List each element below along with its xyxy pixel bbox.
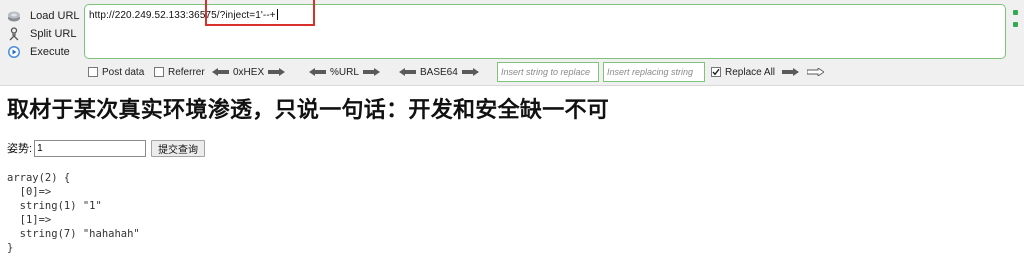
- submit-query-button[interactable]: 提交查询: [151, 139, 206, 157]
- replace-string-placeholder: Insert string to replace: [501, 67, 591, 77]
- execute-button[interactable]: Execute: [6, 43, 82, 61]
- query-form: 姿势: 1 提交查询: [7, 139, 206, 157]
- referrer-label: Referrer: [168, 66, 205, 78]
- hackbar-toolbar: Load URL Split URL Execute http://220.24…: [0, 0, 1024, 86]
- replace-string-input[interactable]: Insert string to replace: [497, 62, 599, 82]
- url-decode-arrow-icon[interactable]: [362, 68, 380, 76]
- replace-all-toggle[interactable]: Replace All: [711, 62, 775, 82]
- url-encoding-label: %URL: [330, 66, 359, 78]
- load-url-icon: [6, 8, 22, 24]
- url-encode-arrow-icon[interactable]: [309, 68, 326, 76]
- hex-label: 0xHEX: [233, 66, 265, 78]
- status-dot-icon: [1013, 10, 1018, 15]
- hex-decode-arrow-icon[interactable]: [268, 68, 286, 76]
- base64-encode-arrow-icon[interactable]: [399, 68, 416, 76]
- load-url-button[interactable]: Load URL: [6, 7, 82, 25]
- replacing-string-placeholder: Insert replacing string: [607, 67, 694, 77]
- checkmark-icon: [712, 68, 720, 76]
- referrer-checkbox[interactable]: [154, 67, 164, 77]
- replace-forward-arrow-icon[interactable]: [782, 68, 799, 76]
- split-url-button[interactable]: Split URL: [6, 25, 82, 43]
- inject-input-value: 1: [37, 142, 43, 154]
- base64-label: BASE64: [420, 66, 458, 78]
- status-dot-icon: [1013, 22, 1018, 27]
- post-data-label: Post data: [102, 66, 145, 78]
- injection-highlight-box: [205, 0, 315, 26]
- post-data-checkbox[interactable]: [88, 67, 98, 77]
- referrer-toggle[interactable]: Referrer: [154, 62, 205, 82]
- split-url-label: Split URL: [30, 28, 77, 40]
- base64-encoder: BASE64: [399, 62, 479, 82]
- post-data-toggle[interactable]: Post data: [88, 62, 144, 82]
- var-dump-output: array(2) { [0]=> string(1) "1" [1]=> str…: [7, 172, 140, 254]
- load-url-label: Load URL: [30, 10, 80, 22]
- replace-all-checkbox[interactable]: [711, 67, 721, 77]
- split-url-icon: [6, 26, 22, 42]
- hex-encoder: 0xHEX: [212, 62, 286, 82]
- posture-label: 姿势:: [7, 143, 33, 155]
- execute-label: Execute: [30, 46, 70, 58]
- replacing-string-input[interactable]: Insert replacing string: [603, 62, 705, 82]
- page-title: 取材于某次真实环境渗透，只说一句话：开发和安全缺一不可: [7, 98, 610, 123]
- replace-swap-arrow-icon[interactable]: [807, 68, 824, 76]
- replace-all-label: Replace All: [725, 66, 776, 78]
- replace-actions: [782, 62, 824, 82]
- hex-encode-arrow-icon[interactable]: [212, 68, 229, 76]
- url-encoder: %URL: [309, 62, 380, 82]
- base64-decode-arrow-icon[interactable]: [461, 68, 479, 76]
- execute-icon: [6, 44, 22, 60]
- inject-input[interactable]: 1: [34, 139, 147, 157]
- hackbar-options-row: Post data Referrer 0xHEX %URL BASE64 Ins…: [88, 62, 1018, 82]
